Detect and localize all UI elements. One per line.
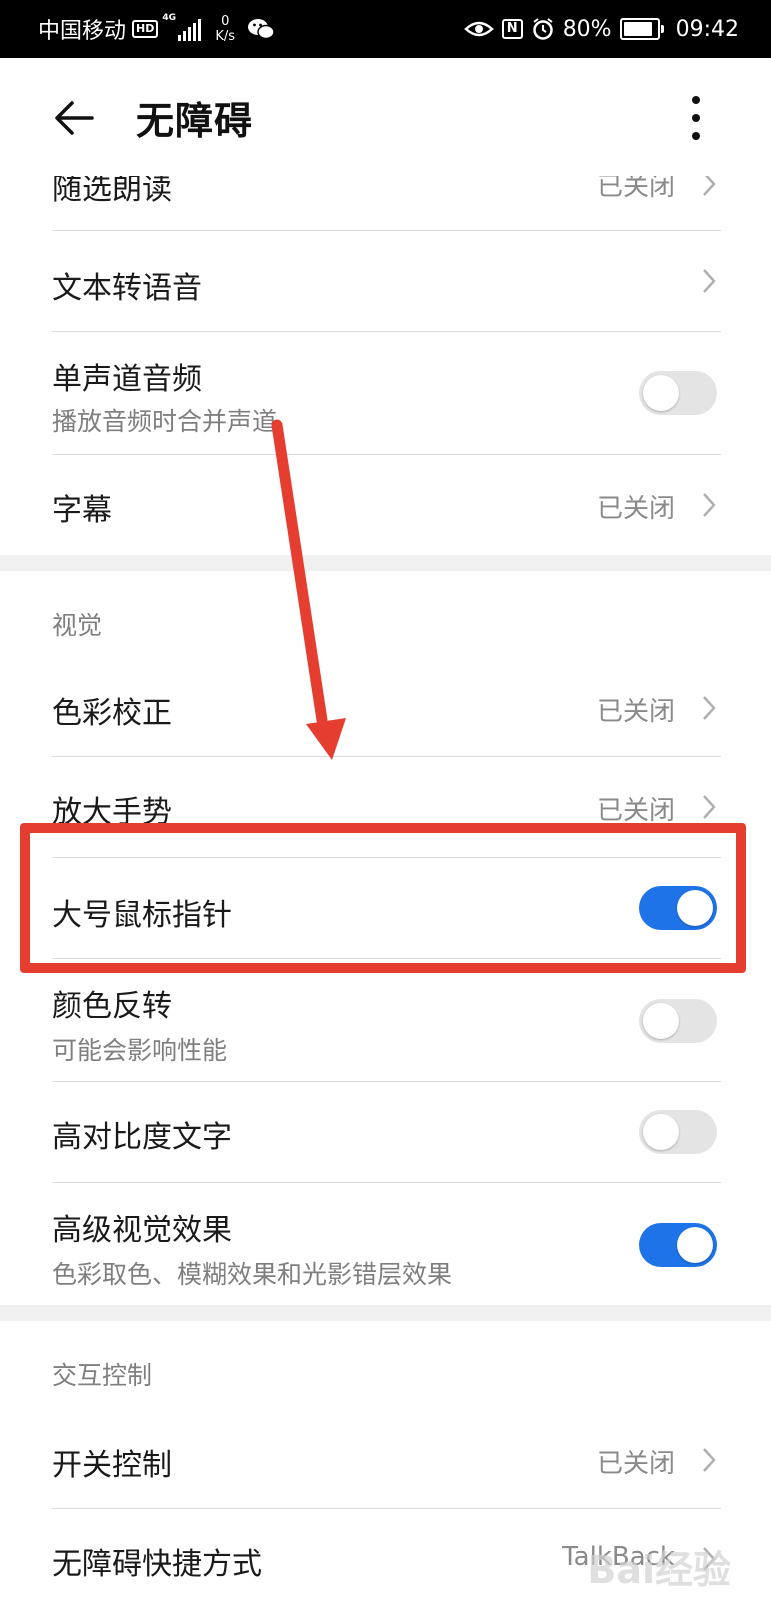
chevron-right-icon	[703, 493, 716, 517]
row-text-to-speech[interactable]: 文本转语音	[52, 231, 721, 331]
row-label: 颜色反转	[52, 989, 172, 1024]
row-high-contrast-text[interactable]: 高对比度文字	[52, 1082, 721, 1182]
chevron-right-icon	[703, 269, 716, 293]
app-bar: 无障碍	[0, 58, 771, 176]
chevron-right-icon	[703, 1448, 716, 1472]
row-label: 单声道音频	[52, 362, 202, 397]
section-header-interaction: 交互控制	[52, 1361, 153, 1390]
row-label: 高级视觉效果	[52, 1213, 232, 1248]
row-value: 已关闭	[596, 494, 675, 524]
section-header-vision: 视觉	[52, 611, 103, 640]
row-subtitle: 色彩取色、模糊效果和光影错层效果	[52, 1260, 453, 1289]
back-arrow-icon[interactable]	[50, 94, 98, 142]
more-options-icon[interactable]	[690, 96, 702, 140]
row-value: 已关闭	[596, 1449, 675, 1479]
row-color-correction[interactable]: 色彩校正 已关闭	[52, 656, 721, 756]
row-color-inversion[interactable]: 颜色反转 可能会影响性能	[52, 959, 721, 1081]
network-speed: 0 K/s	[215, 14, 236, 44]
watermark-logo: Bai经验	[587, 1548, 731, 1592]
section-gap	[0, 555, 771, 571]
hd-icon: HD	[132, 20, 159, 38]
row-value: 已关闭	[596, 697, 675, 727]
eye-comfort-icon	[463, 21, 494, 37]
row-captions[interactable]: 字幕 已关闭	[52, 455, 721, 555]
row-label: 高对比度文字	[52, 1120, 232, 1155]
signal-icon: 4G	[162, 13, 202, 41]
row-label: 色彩校正	[52, 696, 172, 731]
chevron-right-icon	[703, 795, 716, 819]
network-type: 4G	[162, 13, 177, 23]
row-subtitle: 播放音频时合并声道	[52, 407, 278, 436]
high-contrast-switch[interactable]	[639, 1110, 717, 1154]
section-gap	[0, 1305, 771, 1321]
mono-audio-switch[interactable]	[639, 371, 717, 415]
wechat-icon	[248, 19, 275, 40]
row-label: 字幕	[52, 493, 112, 528]
row-label: 开关控制	[52, 1448, 172, 1483]
row-subtitle: 可能会影响性能	[52, 1036, 228, 1065]
clock: 09:42	[675, 16, 739, 42]
row-mono-audio[interactable]: 单声道音频 播放音频时合并声道	[52, 332, 721, 454]
row-label: 无障碍快捷方式	[52, 1547, 262, 1582]
advanced-visual-switch[interactable]	[639, 1223, 717, 1267]
row-advanced-visual-effects[interactable]: 高级视觉效果 色彩取色、模糊效果和光影错层效果	[52, 1183, 721, 1305]
annotation-highlight-box	[20, 823, 746, 973]
nfc-icon: N	[501, 19, 523, 39]
row-label: 文本转语音	[52, 271, 202, 306]
chevron-right-icon	[703, 696, 716, 720]
row-switch-control[interactable]: 开关控制 已关闭	[52, 1408, 721, 1508]
status-bar: 中国移动 HD 4G 0 K/s N 80% 09:42	[0, 0, 771, 58]
color-inversion-switch[interactable]	[639, 999, 717, 1043]
carrier-name: 中国移动	[38, 19, 127, 44]
page-title: 无障碍	[136, 99, 254, 143]
alarm-icon	[532, 18, 553, 40]
battery-icon	[619, 18, 664, 40]
battery-percent: 80%	[562, 16, 612, 42]
row-value: 已关闭	[596, 796, 675, 826]
